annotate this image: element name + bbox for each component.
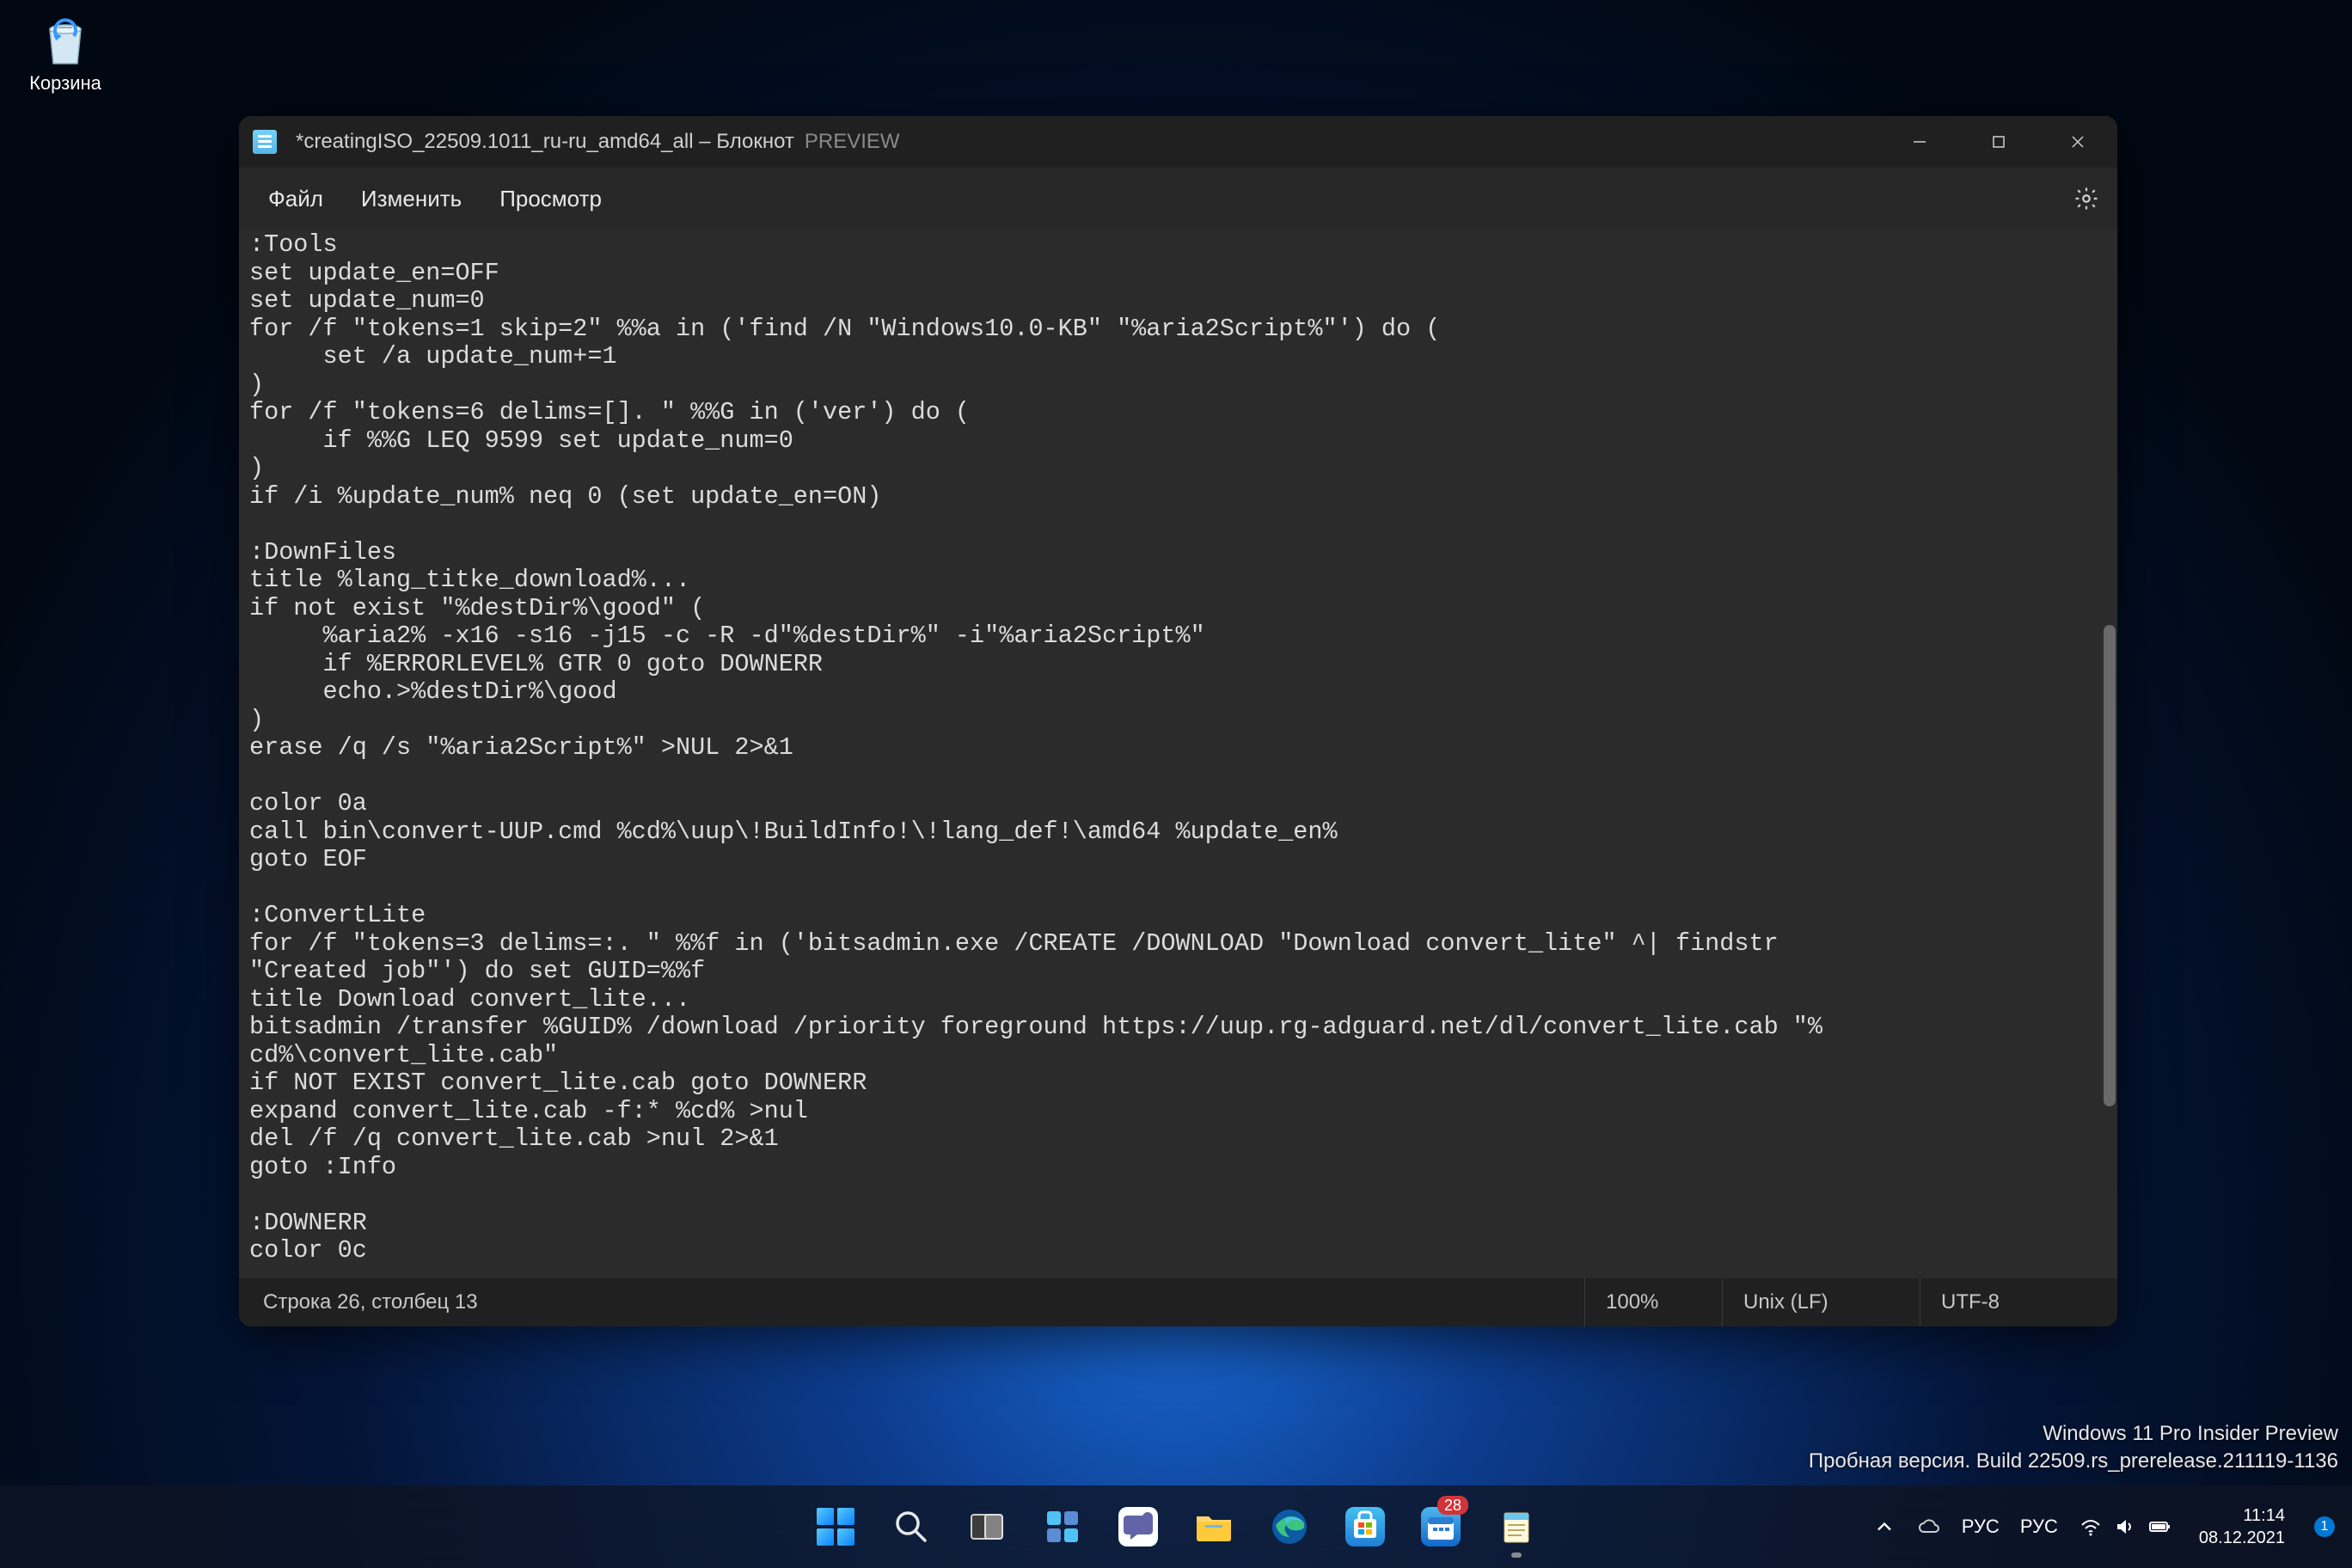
tray-clock[interactable]: 11:14 08.12.2021: [2184, 1492, 2300, 1561]
tray-date: 08.12.2021: [2199, 1527, 2285, 1549]
chat-button[interactable]: [1104, 1492, 1173, 1561]
window-title: *creatingISO_22509.1011_ru-ru_amd64_all …: [296, 130, 794, 154]
recycle-bin-label: Корзина: [29, 72, 101, 95]
recycle-bin-icon: [38, 14, 93, 69]
notepad-window: *creatingISO_22509.1011_ru-ru_amd64_all …: [239, 116, 2117, 1326]
menubar: Файл Изменить Просмотр: [239, 168, 2117, 230]
minimize-button[interactable]: [1880, 116, 1959, 168]
editor-content[interactable]: :Tools set update_en=OFF set update_num=…: [239, 230, 2117, 1267]
start-button[interactable]: [801, 1492, 870, 1561]
notepad-icon: [1496, 1506, 1537, 1547]
status-position: Строка 26, столбец 13: [239, 1290, 1584, 1314]
search-button[interactable]: [877, 1492, 946, 1561]
build-watermark: Windows 11 Pro Insider Preview Пробная в…: [1809, 1420, 2338, 1475]
edge-button[interactable]: [1255, 1492, 1324, 1561]
status-encoding[interactable]: UTF-8: [1920, 1278, 2117, 1326]
preview-tag: PREVIEW: [805, 130, 900, 154]
battery-icon: [2147, 1515, 2171, 1539]
store-icon: [1345, 1507, 1385, 1547]
calendar-badge: 28: [1437, 1496, 1468, 1515]
tray-lang1[interactable]: РУС: [1953, 1492, 2008, 1561]
teams-chat-icon: [1118, 1507, 1158, 1547]
task-view-button[interactable]: [952, 1492, 1021, 1561]
tray-chevron[interactable]: [1864, 1492, 1905, 1561]
widgets-button[interactable]: [1028, 1492, 1097, 1561]
edge-icon: [1269, 1506, 1310, 1547]
menu-file[interactable]: Файл: [249, 179, 342, 219]
menu-edit[interactable]: Изменить: [342, 179, 481, 219]
close-button[interactable]: [2038, 116, 2117, 168]
status-line-endings[interactable]: Unix (LF): [1722, 1278, 1920, 1326]
settings-button[interactable]: [2066, 178, 2107, 219]
maximize-button[interactable]: [1959, 116, 2038, 168]
menu-view[interactable]: Просмотр: [481, 179, 621, 219]
status-zoom[interactable]: 100%: [1584, 1278, 1722, 1326]
tray-lang2[interactable]: РУС: [2012, 1492, 2067, 1561]
wifi-icon: [2079, 1515, 2103, 1539]
folder-icon: [1193, 1506, 1234, 1547]
vertical-scrollbar[interactable]: [2102, 230, 2117, 1278]
taskbar-center: 28: [801, 1492, 1551, 1561]
calendar-button[interactable]: 28: [1406, 1492, 1475, 1561]
cloud-icon: [1917, 1515, 1941, 1539]
store-button[interactable]: [1331, 1492, 1400, 1561]
task-view-icon: [966, 1506, 1008, 1547]
windows-logo-icon: [817, 1508, 854, 1546]
tray-time: 11:14: [2243, 1504, 2285, 1527]
titlebar[interactable]: *creatingISO_22509.1011_ru-ru_amd64_all …: [239, 116, 2117, 168]
chevron-up-icon: [1872, 1515, 1896, 1539]
notepad-app-icon: [253, 130, 277, 154]
tray-network-sound-battery[interactable]: [2070, 1492, 2180, 1561]
tray-notifications[interactable]: 1: [2314, 1516, 2335, 1537]
recycle-bin[interactable]: Корзина: [14, 7, 117, 101]
statusbar: Строка 26, столбец 13 100% Unix (LF) UTF…: [239, 1278, 2117, 1326]
watermark-line1: Windows 11 Pro Insider Preview: [1809, 1420, 2338, 1448]
taskbar: 28 РУС РУС 11:14 08.12.2021 1: [0, 1485, 2352, 1568]
file-explorer-button[interactable]: [1179, 1492, 1248, 1561]
system-tray: РУС РУС 11:14 08.12.2021 1: [1864, 1485, 2352, 1568]
editor-area[interactable]: :Tools set update_en=OFF set update_num=…: [239, 230, 2117, 1278]
tray-onedrive[interactable]: [1908, 1492, 1950, 1561]
search-icon: [891, 1506, 932, 1547]
volume-icon: [2113, 1515, 2137, 1539]
widgets-icon: [1042, 1506, 1083, 1547]
scrollbar-thumb[interactable]: [2104, 625, 2116, 1106]
notepad-taskbar-button[interactable]: [1482, 1492, 1551, 1561]
watermark-line2: Пробная версия. Build 22509.rs_prereleas…: [1809, 1448, 2338, 1475]
